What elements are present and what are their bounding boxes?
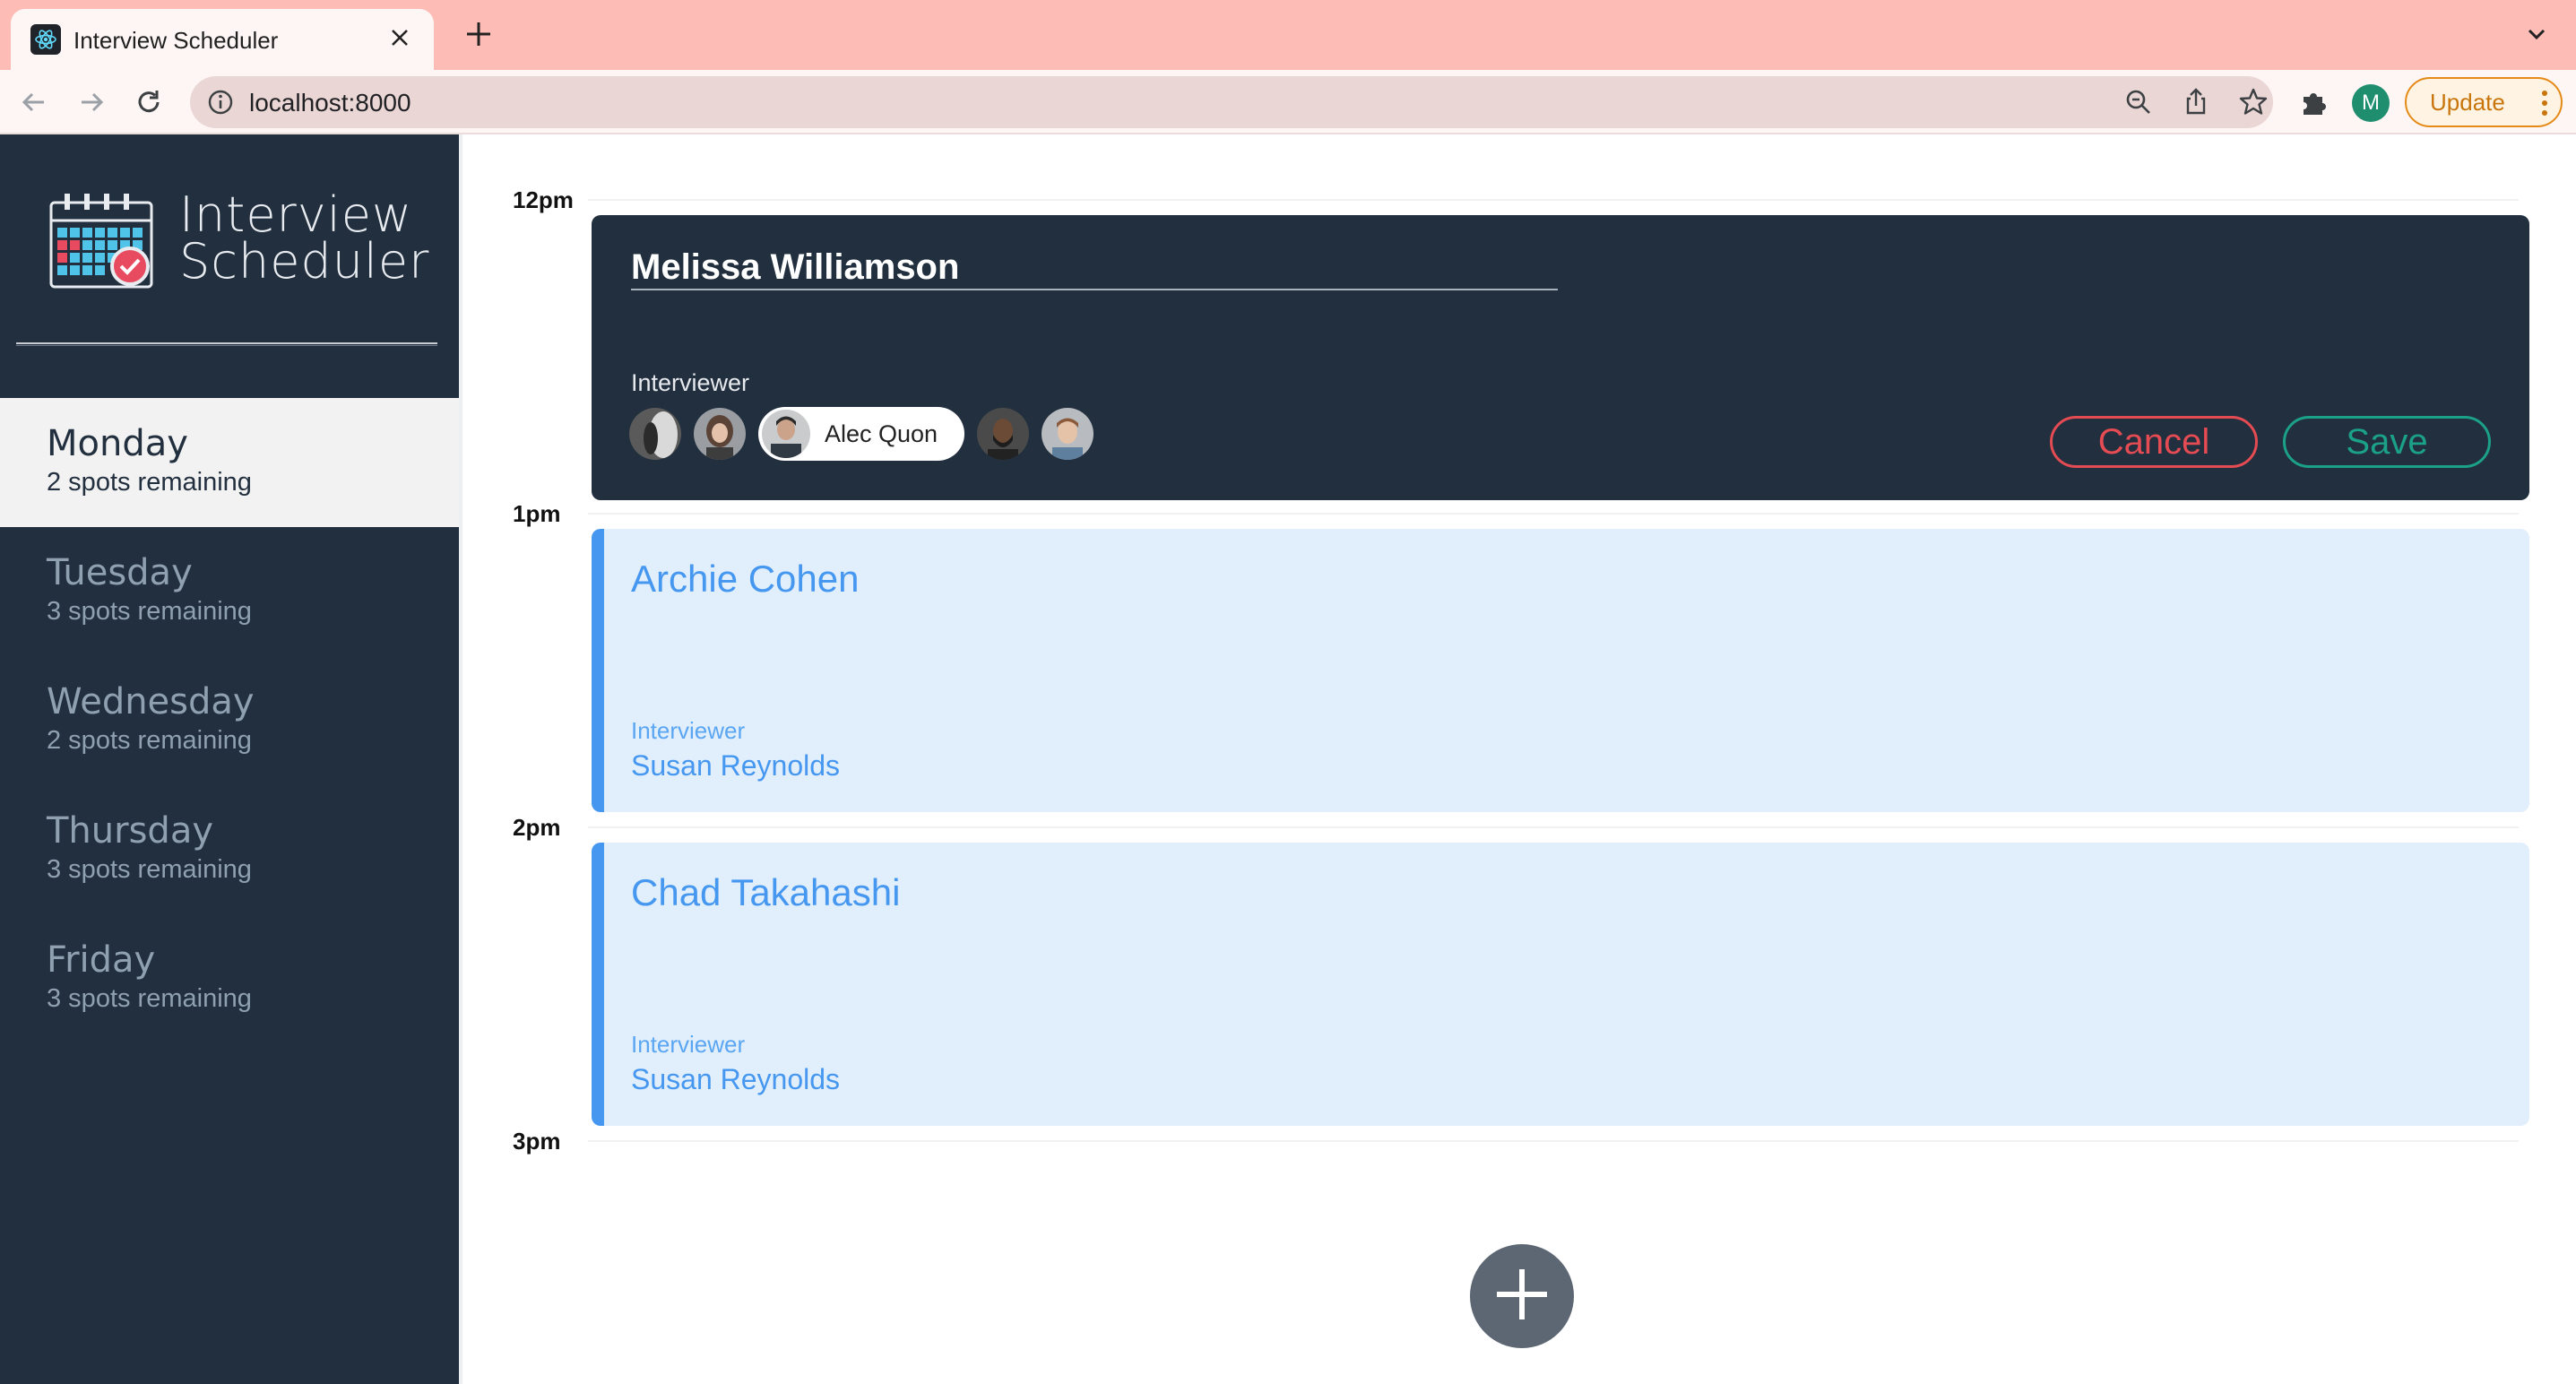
hour-divider	[588, 1140, 2519, 1142]
day-item-thursday[interactable]: Thursday 3 spots remaining	[0, 785, 459, 914]
day-name: Wednesday	[47, 681, 255, 722]
appointment-interviewer-label: Interviewer	[631, 1031, 746, 1058]
time-label-1pm: 1pm	[513, 500, 561, 527]
browser-tab[interactable]: Interview Scheduler	[11, 9, 434, 70]
time-label-3pm: 3pm	[513, 1128, 561, 1155]
day-name: Friday	[47, 939, 156, 981]
add-appointment-button[interactable]	[1470, 1244, 1574, 1348]
update-label: Update	[2430, 88, 2505, 116]
time-label-12pm: 12pm	[513, 186, 574, 213]
brand-line-2: Scheduler	[179, 233, 430, 290]
calendar-logo-icon	[48, 192, 156, 290]
day-name: Tuesday	[47, 552, 193, 593]
interviewer-label: Interviewer	[631, 369, 750, 396]
appointment-card[interactable]: Chad Takahashi Interviewer Susan Reynold…	[592, 843, 2529, 1126]
time-label-2pm: 2pm	[513, 814, 561, 841]
react-favicon-icon	[30, 24, 61, 55]
zoom-icon[interactable]	[2122, 86, 2155, 118]
student-name-input[interactable]	[631, 246, 1558, 290]
day-spots: 2 spots remaining	[47, 468, 252, 497]
bookmark-star-icon[interactable]	[2237, 86, 2269, 118]
back-icon[interactable]	[14, 82, 54, 122]
appointment-interviewer-name: Susan Reynolds	[631, 749, 841, 782]
appointment-student-name: Archie Cohen	[631, 558, 860, 600]
forward-icon[interactable]	[72, 82, 111, 122]
appointment-form: Interviewer Alec Quon Cancel Save	[592, 215, 2529, 500]
interviewer-avatar[interactable]	[694, 408, 746, 460]
day-item-tuesday[interactable]: Tuesday 3 spots remaining	[0, 527, 459, 656]
schedule-panel: 12pm Interviewer Alec Quon	[459, 134, 2576, 1384]
update-button[interactable]: Update	[2405, 77, 2563, 127]
site-info-icon[interactable]	[204, 86, 237, 118]
day-item-friday[interactable]: Friday 3 spots remaining	[0, 914, 459, 1043]
day-spots: 3 spots remaining	[47, 855, 252, 884]
day-item-monday[interactable]: Monday 2 spots remaining	[0, 398, 459, 527]
tab-title: Interview Scheduler	[73, 27, 279, 54]
brand-line-1: Interview	[179, 186, 413, 243]
reload-icon[interactable]	[129, 82, 169, 122]
selected-interviewer-name: Alec Quon	[825, 420, 938, 447]
day-spots: 2 spots remaining	[47, 726, 252, 755]
share-icon[interactable]	[2180, 86, 2212, 118]
new-tab-button[interactable]	[459, 14, 498, 54]
more-menu-icon[interactable]	[2541, 90, 2548, 117]
profile-avatar[interactable]: M	[2352, 84, 2390, 122]
sidebar-divider	[16, 342, 437, 346]
tab-search-chevron-icon[interactable]	[2519, 16, 2554, 52]
browser-toolbar: localhost:8000 M Update	[0, 70, 2576, 134]
day-name: Monday	[47, 423, 188, 464]
interviewer-list: Alec Quon	[629, 407, 1106, 461]
day-spots: 3 spots remaining	[47, 597, 252, 626]
cancel-button[interactable]: Cancel	[2050, 416, 2258, 468]
extensions-puzzle-icon[interactable]	[2296, 86, 2330, 120]
appointment-interviewer-name: Susan Reynolds	[631, 1063, 841, 1095]
interviewer-avatar[interactable]	[1042, 408, 1094, 460]
day-name: Thursday	[47, 810, 213, 852]
url-text: localhost:8000	[249, 89, 411, 117]
appointment-student-name: Chad Takahashi	[631, 871, 901, 913]
appointment-interviewer-label: Interviewer	[631, 717, 746, 744]
interviewer-avatar[interactable]	[629, 408, 681, 460]
plus-icon	[1493, 1266, 1551, 1328]
interviewer-selected-chip[interactable]: Alec Quon	[758, 407, 965, 461]
browser-tab-bar: Interview Scheduler	[0, 0, 2576, 70]
hour-divider	[588, 826, 2519, 828]
interviewer-avatar	[760, 408, 812, 460]
day-item-wednesday[interactable]: Wednesday 2 spots remaining	[0, 656, 459, 785]
interviewer-avatar[interactable]	[977, 408, 1030, 460]
appointment-card[interactable]: Archie Cohen Interviewer Susan Reynolds	[592, 529, 2529, 812]
hour-divider	[588, 199, 2519, 201]
hour-divider	[588, 513, 2519, 515]
sidebar: Interview Scheduler Monday 2 spots remai…	[0, 134, 459, 1384]
day-spots: 3 spots remaining	[47, 984, 252, 1013]
app-brand: Interview Scheduler	[179, 186, 430, 290]
tab-close-icon[interactable]	[382, 20, 418, 56]
address-bar[interactable]: localhost:8000	[190, 76, 2273, 128]
save-button[interactable]: Save	[2283, 416, 2491, 468]
